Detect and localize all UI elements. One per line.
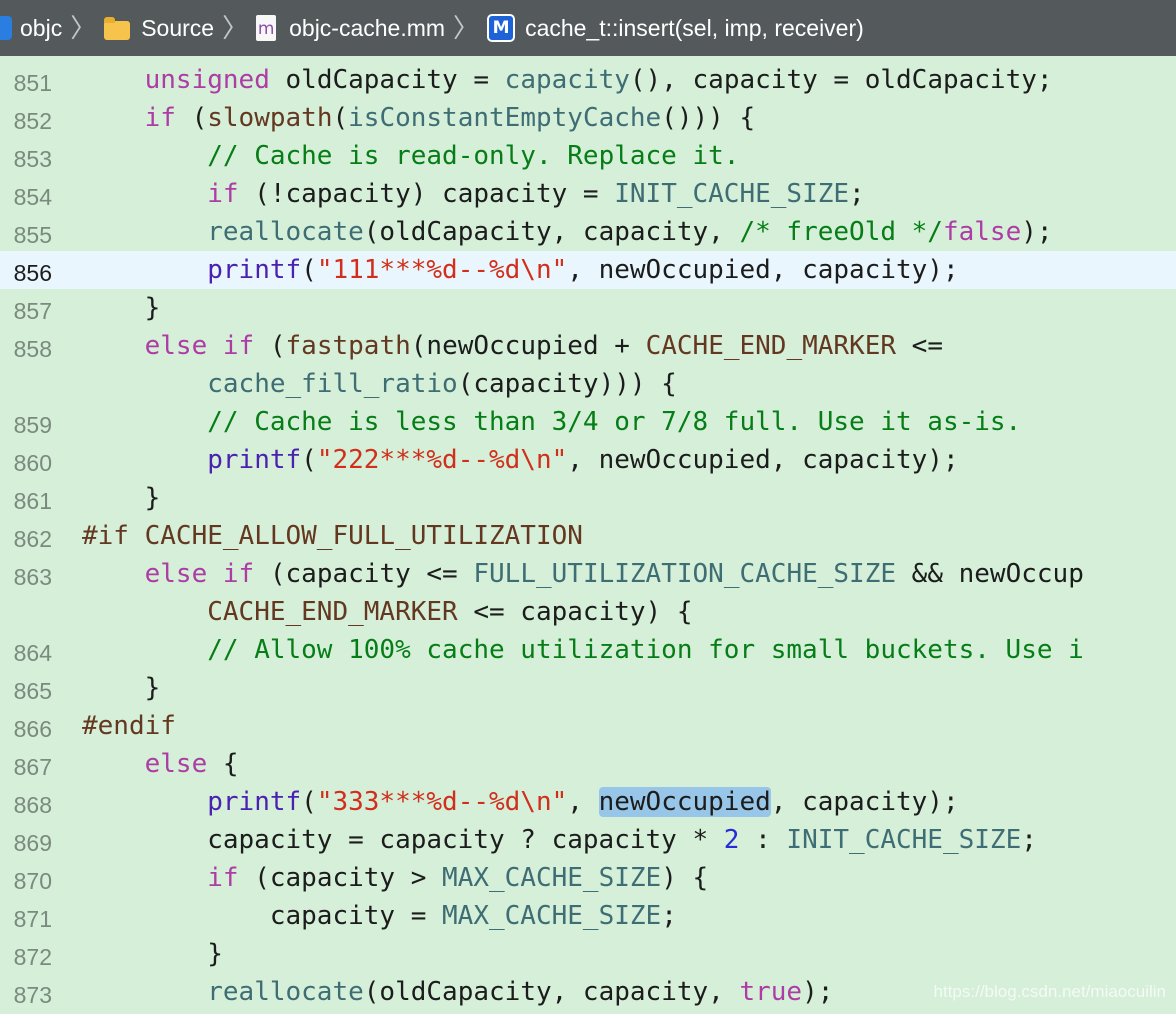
- code-line[interactable]: 858 else if (fastpath(newOccupied + CACH…: [0, 327, 1176, 365]
- code-line[interactable]: 857 }: [0, 289, 1176, 327]
- code-text[interactable]: }: [82, 669, 161, 707]
- code-line[interactable]: 853 // Cache is read-only. Replace it.: [0, 137, 1176, 175]
- breadcrumb-label: objc: [20, 15, 63, 41]
- code-line[interactable]: 865 }: [0, 669, 1176, 707]
- method-icon: M: [487, 14, 516, 42]
- code-line[interactable]: 852 if (slowpath(isConstantEmptyCache())…: [0, 99, 1176, 137]
- watermark: https://blog.csdn.net/miaocuilin: [933, 982, 1166, 1001]
- code-text[interactable]: printf("111***%d--%d\n", newOccupied, ca…: [82, 251, 958, 289]
- code-line[interactable]: 869 capacity = capacity ? capacity * 2 :…: [0, 821, 1176, 859]
- code-line[interactable]: 872 }: [0, 935, 1176, 973]
- code-line[interactable]: 867 else {: [0, 745, 1176, 783]
- code-line[interactable]: 860 printf("222***%d--%d\n", newOccupied…: [0, 441, 1176, 479]
- line-number: 866: [13, 716, 52, 742]
- jump-bar: objc 〉 Source 〉 m objc-cache.mm 〉 M cach…: [0, 0, 1176, 56]
- breadcrumb-item-objc[interactable]: objc: [0, 0, 62, 56]
- code-text[interactable]: cache_fill_ratio(capacity))) {: [82, 365, 677, 403]
- code-line[interactable]: 854 if (!capacity) capacity = INIT_CACHE…: [0, 175, 1176, 213]
- chevron-right-icon: 〉: [222, 13, 249, 43]
- code-text[interactable]: }: [82, 479, 161, 517]
- line-number: 860: [13, 450, 52, 476]
- code-text[interactable]: CACHE_END_MARKER <= capacity) {: [82, 593, 692, 631]
- source-editor[interactable]: 851 unsigned oldCapacity = capacity(), c…: [0, 61, 1176, 1011]
- code-text[interactable]: unsigned oldCapacity = capacity(), capac…: [82, 61, 1053, 99]
- line-number: 872: [13, 944, 52, 970]
- breadcrumb-label: cache_t::insert(sel, imp, receiver): [525, 15, 864, 41]
- code-line[interactable]: 863 else if (capacity <= FULL_UTILIZATIO…: [0, 555, 1176, 593]
- line-number: 857: [13, 298, 52, 324]
- breadcrumb-label: objc-cache.mm: [289, 15, 446, 41]
- line-number: 851: [13, 70, 52, 96]
- code-line[interactable]: CACHE_END_MARKER <= capacity) {: [0, 593, 1176, 631]
- code-text[interactable]: // Cache is read-only. Replace it.: [82, 137, 739, 175]
- line-number: 858: [13, 336, 52, 362]
- code-text[interactable]: reallocate(oldCapacity, capacity, true);: [82, 973, 833, 1011]
- code-text[interactable]: // Cache is less than 3/4 or 7/8 full. U…: [82, 403, 1021, 441]
- chevron-right-icon: 〉: [453, 13, 480, 43]
- code-text[interactable]: printf("333***%d--%d\n", newOccupied, ca…: [82, 783, 959, 821]
- line-number: 868: [13, 792, 52, 818]
- line-number: 862: [13, 526, 52, 552]
- code-line[interactable]: 868 printf("333***%d--%d\n", newOccupied…: [0, 783, 1176, 821]
- chevron-right-icon: 〉: [70, 13, 97, 43]
- line-number: 867: [13, 754, 52, 780]
- code-text[interactable]: reallocate(oldCapacity, capacity, /* fre…: [82, 213, 1052, 251]
- breadcrumb-item-source[interactable]: Source: [104, 0, 214, 56]
- line-number: 859: [13, 412, 52, 438]
- breadcrumb-label: Source: [141, 15, 215, 41]
- line-number: 856: [13, 260, 52, 286]
- breadcrumb-item-method[interactable]: M cache_t::insert(sel, imp, receiver): [487, 0, 864, 56]
- line-number: 854: [13, 184, 52, 210]
- line-number: 853: [13, 146, 52, 172]
- line-number: 855: [13, 222, 52, 248]
- code-line[interactable]: cache_fill_ratio(capacity))) {: [0, 365, 1176, 403]
- code-text[interactable]: else if (capacity <= FULL_UTILIZATION_CA…: [82, 555, 1084, 593]
- code-text[interactable]: }: [82, 935, 223, 973]
- code-text[interactable]: capacity = MAX_CACHE_SIZE;: [82, 897, 677, 935]
- code-text[interactable]: if (slowpath(isConstantEmptyCache())) {: [82, 99, 756, 137]
- code-text[interactable]: }: [82, 289, 161, 327]
- line-number: 869: [13, 830, 52, 856]
- code-line[interactable]: 864 // Allow 100% cache utilization for …: [0, 631, 1176, 669]
- line-number: 863: [13, 564, 52, 590]
- code-text[interactable]: // Allow 100% cache utilization for smal…: [82, 631, 1084, 669]
- code-line[interactable]: 862 #if CACHE_ALLOW_FULL_UTILIZATION: [0, 517, 1176, 555]
- code-text[interactable]: #endif: [82, 707, 176, 745]
- code-line[interactable]: 859 // Cache is less than 3/4 or 7/8 ful…: [0, 403, 1176, 441]
- code-text[interactable]: printf("222***%d--%d\n", newOccupied, ca…: [82, 441, 958, 479]
- line-number: 852: [13, 108, 52, 134]
- folder-icon: [104, 16, 131, 40]
- code-line[interactable]: 866 #endif: [0, 707, 1176, 745]
- line-number: 865: [13, 678, 52, 704]
- line-number: 873: [13, 982, 52, 1008]
- line-number: 871: [13, 906, 52, 932]
- breadcrumb-item-file[interactable]: m objc-cache.mm: [256, 0, 445, 56]
- code-line[interactable]: 871 capacity = MAX_CACHE_SIZE;: [0, 897, 1176, 935]
- project-icon: [0, 16, 12, 40]
- code-line[interactable]: 856 printf("111***%d--%d\n", newOccupied…: [0, 251, 1176, 289]
- code-text[interactable]: if (!capacity) capacity = INIT_CACHE_SIZ…: [82, 175, 864, 213]
- code-text[interactable]: #if CACHE_ALLOW_FULL_UTILIZATION: [82, 517, 583, 555]
- code-line[interactable]: 861 }: [0, 479, 1176, 517]
- code-text[interactable]: else {: [82, 745, 239, 783]
- code-text[interactable]: else if (fastpath(newOccupied + CACHE_EN…: [82, 327, 943, 365]
- code-text[interactable]: if (capacity > MAX_CACHE_SIZE) {: [82, 859, 708, 897]
- line-number: 861: [13, 488, 52, 514]
- line-number: 870: [13, 868, 52, 894]
- line-number: 864: [13, 640, 52, 666]
- code-line[interactable]: 870 if (capacity > MAX_CACHE_SIZE) {: [0, 859, 1176, 897]
- code-line[interactable]: 851 unsigned oldCapacity = capacity(), c…: [0, 61, 1176, 99]
- objc-file-icon: m: [256, 15, 277, 41]
- code-line[interactable]: 855 reallocate(oldCapacity, capacity, /*…: [0, 213, 1176, 251]
- selected-token[interactable]: newOccupied: [598, 787, 771, 817]
- code-text[interactable]: capacity = capacity ? capacity * 2 : INI…: [82, 821, 1037, 859]
